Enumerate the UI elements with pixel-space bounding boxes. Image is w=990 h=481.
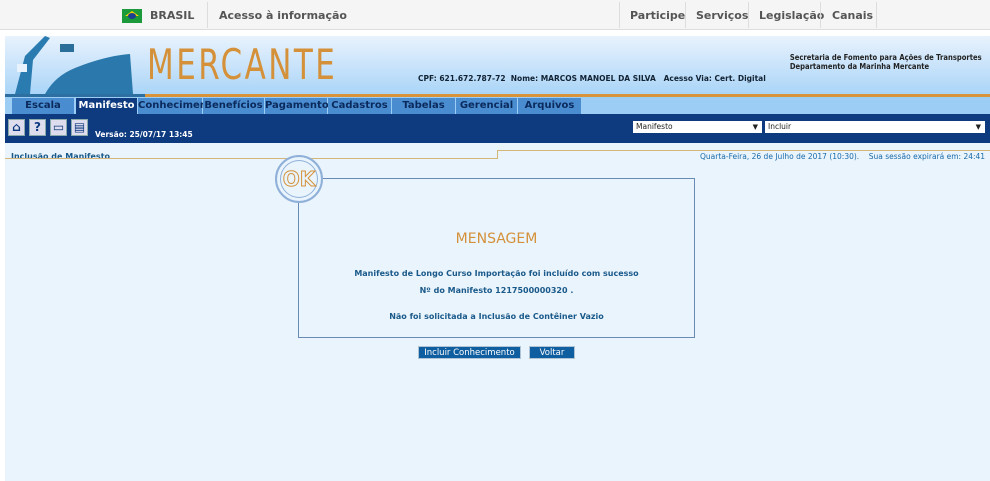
module-select[interactable]: Manifesto ▼ (633, 121, 762, 133)
message-box: MENSAGEM Manifesto de Longo Curso Import… (298, 178, 695, 338)
header: MERCANTE CPF: 621.672.787-72 Nome: MARCO… (5, 36, 990, 96)
tab-gerencial[interactable]: Gerencial (456, 98, 518, 114)
user-info: CPF: 621.672.787-72 Nome: MARCOS MANOEL … (418, 74, 766, 83)
version-label: Versão: 25/07/17 13:45 (95, 130, 193, 139)
chevron-down-icon: ▼ (975, 123, 981, 131)
canais-link[interactable]: Canais (832, 9, 873, 22)
tab-arquivos[interactable]: Arquivos (518, 98, 582, 114)
mail-icon[interactable]: ▭ (50, 119, 67, 136)
toolbar: ⌂ ? ▭ ▤ Versão: 25/07/17 13:45 Manifesto… (5, 114, 990, 143)
tab-conhecimento[interactable]: Conhecimento (138, 98, 219, 114)
tab-pagamento[interactable]: Pagamento (265, 98, 329, 114)
help-icon[interactable]: ? (29, 119, 46, 136)
gov-bar: BRASIL Acesso à informação Participe Ser… (0, 0, 990, 30)
message-line: Não foi solicitada a Inclusão de Contêin… (389, 312, 604, 321)
date-session-info: Quarta-Feira, 26 de Julho de 2017 (10:30… (700, 152, 986, 161)
brazil-flag-icon (122, 9, 142, 23)
ok-badge-icon: OK (275, 155, 323, 203)
manifesto-number: Nº do Manifesto 1217500000320 . (419, 286, 574, 295)
print-icon[interactable]: ▤ (71, 119, 88, 136)
tab-tabelas[interactable]: Tabelas (392, 98, 456, 114)
mercante-logo: MERCANTE (147, 40, 338, 89)
main-content: Inclusão de Manifesto Quarta-Feira, 26 d… (5, 143, 990, 481)
main-tabs: Escala Manifesto Conhecimento Benefícios… (5, 97, 990, 114)
servicos-link[interactable]: Serviços (696, 9, 748, 22)
tab-cadastros[interactable]: Cadastros (328, 98, 392, 114)
legislacao-link[interactable]: Legislação (759, 9, 824, 22)
voltar-button[interactable]: Voltar (529, 346, 575, 359)
access-info-link[interactable]: Acesso à informação (219, 9, 347, 22)
action-select[interactable]: Incluir ▼ (765, 121, 985, 133)
home-icon[interactable]: ⌂ (8, 119, 25, 136)
tab-escala[interactable]: Escala (12, 98, 75, 114)
tab-beneficios[interactable]: Benefícios (203, 98, 265, 114)
secretaria-info: Secretaria de Fomento para Ações de Tran… (790, 53, 982, 71)
participe-link[interactable]: Participe (630, 9, 685, 22)
breadcrumb: Inclusão de Manifesto (11, 152, 111, 161)
incluir-conhecimento-button[interactable]: Incluir Conhecimento (418, 346, 521, 359)
ship-crane-logo-icon (15, 36, 133, 94)
chevron-down-icon: ▼ (752, 123, 758, 131)
message-title: MENSAGEM (455, 231, 538, 247)
tab-manifesto[interactable]: Manifesto (76, 98, 138, 114)
brasil-link[interactable]: BRASIL (150, 9, 194, 22)
message-line: Manifesto de Longo Curso Importação foi … (354, 269, 639, 278)
